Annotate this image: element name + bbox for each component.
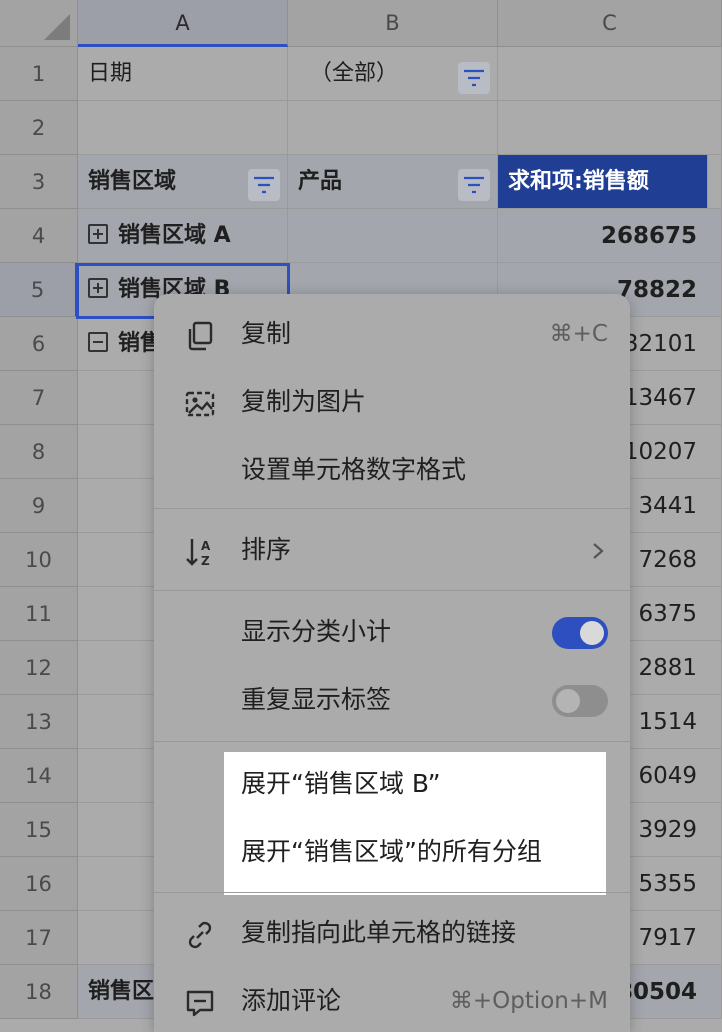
comment-icon — [186, 990, 214, 1017]
menu-item-expand-all-label: 展开“销售区域”的所有分组 — [241, 837, 542, 866]
chevron-right-icon — [593, 543, 604, 559]
cell-d3[interactable] — [708, 155, 722, 209]
cell-b2[interactable] — [288, 101, 498, 155]
cell-b4[interactable] — [288, 209, 498, 263]
menu-item-copy-label: 复制 — [241, 319, 292, 348]
menu-item-sort[interactable]: AZ 排序 — [154, 516, 630, 584]
menu-item-copy-link-label: 复制指向此单元格的链接 — [241, 918, 517, 947]
row-header-17[interactable]: 17 — [0, 911, 78, 965]
menu-item-show-subtotals-label: 显示分类小计 — [241, 617, 392, 646]
repeat-labels-toggle[interactable] — [552, 685, 608, 717]
filter-button-region[interactable] — [248, 169, 280, 201]
row-header-15[interactable]: 15 — [0, 803, 78, 857]
expand-plus-icon[interactable] — [88, 224, 108, 244]
row-header-14[interactable]: 14 — [0, 749, 78, 803]
filter-icon — [254, 176, 274, 194]
sort-az-icon: AZ — [186, 539, 211, 568]
menu-separator — [154, 741, 630, 742]
menu-item-copy-shortcut: ⌘+C — [549, 321, 608, 347]
menu-separator — [154, 508, 630, 509]
svg-text:Z: Z — [201, 554, 210, 568]
row-header-13[interactable]: 13 — [0, 695, 78, 749]
row-header-7[interactable]: 7 — [0, 371, 78, 425]
context-menu: 复制 ⌘+C 复制为图片 设置单元格数字格式 AZ 排序 显示分类小计 重复显示… — [154, 294, 630, 1032]
menu-item-repeat-labels-label: 重复显示标签 — [241, 685, 392, 714]
subtotals-toggle[interactable] — [552, 617, 608, 649]
cell-c1[interactable] — [498, 47, 722, 101]
menu-item-add-comment-shortcut: ⌘+Option+M — [449, 988, 608, 1014]
column-header-a[interactable]: A — [78, 0, 288, 47]
cell-a4-label: 销售区域 A — [118, 223, 231, 248]
filter-button-date[interactable] — [458, 62, 490, 94]
select-all-corner[interactable] — [0, 0, 78, 47]
toggle-knob — [556, 689, 580, 713]
filter-icon — [464, 69, 484, 87]
row-header-18[interactable]: 18 — [0, 965, 78, 1019]
menu-separator — [154, 892, 630, 893]
row-header-4[interactable]: 4 — [0, 209, 78, 263]
filter-button-product[interactable] — [458, 169, 490, 201]
copy-icon — [188, 321, 213, 351]
menu-separator — [154, 590, 630, 591]
link-icon — [188, 921, 212, 949]
row-header-1[interactable]: 1 — [0, 47, 78, 101]
cell-c4[interactable]: 268675 — [498, 209, 722, 263]
row-header-3[interactable]: 3 — [0, 155, 78, 209]
menu-item-expand-b-label: 展开“销售区域 B” — [241, 769, 441, 798]
menu-item-show-subtotals[interactable]: 显示分类小计 — [154, 598, 630, 666]
menu-item-copy-as-image[interactable]: 复制为图片 — [154, 368, 630, 436]
row-header-9[interactable]: 9 — [0, 479, 78, 533]
menu-item-expand-all[interactable]: 展开“销售区域”的所有分组 — [154, 818, 630, 886]
row-header-6[interactable]: 6 — [0, 317, 78, 371]
row-header-12[interactable]: 12 — [0, 641, 78, 695]
menu-item-number-format[interactable]: 设置单元格数字格式 — [154, 436, 630, 504]
cell-c3[interactable]: 求和项:销售额 — [498, 155, 708, 209]
svg-text:A: A — [201, 539, 211, 553]
menu-item-expand-b[interactable]: 展开“销售区域 B” — [154, 750, 630, 818]
cell-c2[interactable] — [498, 101, 722, 155]
row-header-11[interactable]: 11 — [0, 587, 78, 641]
menu-item-repeat-labels[interactable]: 重复显示标签 — [154, 666, 630, 734]
row-header-2[interactable]: 2 — [0, 101, 78, 155]
column-header-c[interactable]: C — [498, 0, 722, 47]
menu-item-copy-link[interactable]: 复制指向此单元格的链接 — [154, 899, 630, 967]
menu-item-copy-as-image-label: 复制为图片 — [241, 387, 367, 416]
menu-item-sort-label: 排序 — [241, 535, 292, 564]
row-header-16[interactable]: 16 — [0, 857, 78, 911]
filter-icon — [464, 176, 484, 194]
menu-item-add-comment-label: 添加评论 — [241, 986, 342, 1015]
row-header-5[interactable]: 5 — [0, 263, 78, 317]
menu-item-copy[interactable]: 复制 ⌘+C — [154, 300, 630, 368]
row-header-10[interactable]: 10 — [0, 533, 78, 587]
cell-a1[interactable]: 日期 — [78, 47, 288, 101]
cell-a2[interactable] — [78, 101, 288, 155]
cell-a4[interactable]: 销售区域 A — [78, 209, 288, 263]
collapse-minus-icon[interactable] — [88, 332, 108, 352]
row-header-8[interactable]: 8 — [0, 425, 78, 479]
corner-triangle-icon — [44, 14, 70, 40]
column-header-b[interactable]: B — [288, 0, 498, 47]
image-icon — [185, 391, 215, 417]
toggle-knob — [580, 621, 604, 645]
menu-item-number-format-label: 设置单元格数字格式 — [241, 455, 467, 484]
menu-item-add-comment[interactable]: 添加评论 ⌘+Option+M — [154, 967, 630, 1032]
